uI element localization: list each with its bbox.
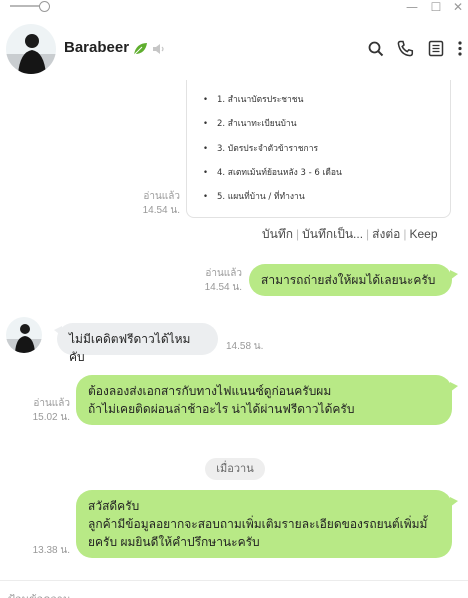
more-icon[interactable] [456,40,464,57]
outgoing-message[interactable]: สามารถถ่ายส่งให้ผมได้เลยนะครับ [249,264,452,296]
save-as-button[interactable]: บันทึกเป็น... [302,227,363,241]
message-meta: อ่านแล้ว 14.54 น. [180,267,242,295]
sender-avatar[interactable] [6,317,42,353]
read-receipt: อ่านแล้ว [143,191,180,202]
input-divider [0,580,468,581]
leaf-icon [133,43,147,56]
notes-icon[interactable] [428,40,444,57]
outgoing-message[interactable]: สวัสดีครับ ลูกค้ามีข้อมูลอยากจะสอบถามเพิ… [76,490,452,558]
read-receipt: อ่านแล้ว [33,398,70,409]
contact-avatar[interactable] [6,24,56,74]
message-timestamp: 14.54 น. [142,205,180,216]
message-timestamp: 13.38 น. [32,545,70,556]
save-button[interactable]: บันทึก [262,227,293,241]
message-text: ไม่มีเคดิตฟรีดาวได้ไหมคับ [69,332,191,364]
search-icon[interactable] [368,41,384,57]
read-receipt: อ่านแล้ว [205,268,242,279]
message-timestamp: 14.54 น. [204,282,242,293]
message-text-line: สวัสดีครับ [88,499,140,513]
document-list: • 1. สำเนาบัตรประชาชน • 2. สำเนาทะเบียนบ้า… [203,92,342,213]
message-text: สามารถถ่ายส่งให้ผมได้เลยนะครับ [261,273,436,287]
message-text-line: ถ้าไม่เคยติดผ่อนล่าช้าอะไร น่าได้ผ่านฟรี… [88,402,355,416]
avatar-photo [6,317,42,353]
incoming-message[interactable]: ไม่มีเคดิตฟรีดาวได้ไหมคับ [57,323,218,364]
outgoing-message[interactable]: ต้องลองส่งเอกสารกับทางไฟแนนซ์ดูก่อนครับผ… [76,375,452,425]
contact-name[interactable]: Barabeer [64,39,129,57]
message-text-line: ยครับ ผมยินดีให้คำปรึกษานะครับ [88,535,260,549]
document-list-item: • 5. แผนที่บ้าน / ที่ทำงาน [203,192,305,203]
speaker-icon[interactable] [152,42,166,56]
bubble-tail [450,270,458,280]
chat-message-area[interactable]: • 1. สำเนาบัตรประชาชน • 2. สำเนาทะเบียนบ้า… [0,80,468,575]
minimize-button[interactable]: — [404,0,420,14]
file-actions: บันทึก | บันทึกเป็น... | ส่งต่อ | Keep [262,225,438,241]
bubble-tail [450,497,458,507]
action-divider: | [296,227,300,241]
close-button[interactable]: ✕ [450,0,466,14]
action-divider: | [366,227,370,241]
message-input[interactable]: ป้อนข้อความ [8,590,70,598]
opacity-slider-handle[interactable] [39,1,50,12]
message-meta: อ่านแล้ว 15.02 น. [8,397,70,425]
bubble-tail [450,382,458,392]
phone-icon[interactable] [397,40,414,57]
keep-button[interactable]: Keep [409,227,437,241]
document-list-item: • 1. สำเนาบัตรประชาชน [203,95,304,105]
avatar-photo [6,24,56,74]
document-list-item: • 3. บัตรประจำตัวข้าราชการ [203,143,319,154]
window-titlebar: — ☐ ✕ [0,0,468,14]
forward-button[interactable]: ส่งต่อ [372,227,400,241]
message-timestamp: 14.58 น. [226,341,264,352]
message-text-line: ต้องลองส่งเอกสารกับทางไฟแนนซ์ดูก่อนครับผ… [88,384,332,398]
message-timestamp: 15.02 น. [32,412,70,423]
action-divider: | [403,227,407,241]
maximize-button[interactable]: ☐ [428,0,444,14]
message-text-line: ลูกค้ามีข้อมูลอยากจะสอบถามเพิ่มเติมรายละ… [88,517,428,531]
date-separator: เมื่อวาน [205,458,265,480]
document-card[interactable]: • 1. สำเนาบัตรประชาชน • 2. สำเนาทะเบียนบ้า… [186,80,451,218]
document-list-item: • 2. สำเนาทะเบียนบ้าน [203,119,297,130]
message-meta: อ่านแล้ว 14.54 น. [118,190,180,218]
document-list-item: • 4. สเตทเม้นท์ย้อนหลัง 3 - 6 เดือน [203,167,342,178]
